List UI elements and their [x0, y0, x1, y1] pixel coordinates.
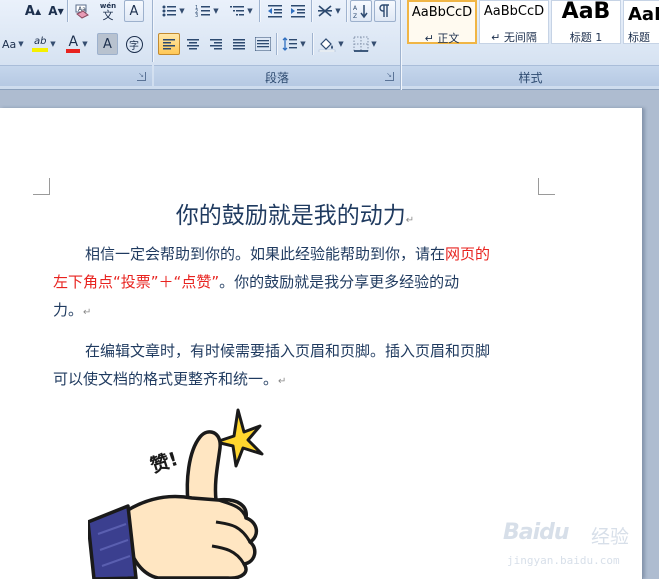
decrease-indent-icon — [268, 5, 282, 18]
svg-text:3: 3 — [195, 13, 198, 19]
highlight-color-swatch — [32, 48, 49, 52]
paragraph-group-label: 段落 — [264, 71, 289, 85]
sort-icon: A Z — [353, 5, 368, 19]
sparkle-icon — [214, 408, 264, 468]
thumbs-up-icon[interactable]: 赞! — [88, 402, 278, 579]
margin-corner-top-left — [33, 178, 50, 195]
sort-button[interactable]: A Z — [350, 0, 372, 22]
font-color-swatch — [66, 49, 81, 53]
eraser-icon: Aa — [75, 4, 89, 19]
paragraph-2-line-2: 可以使文档的格式更整齐和统一。↵ — [53, 370, 287, 388]
paragraph-2[interactable]: 在编辑文章时，有时候需要插入页眉和页脚。插入页眉和页脚 可以使文档的格式更整齐和… — [53, 337, 533, 396]
align-right-icon — [210, 39, 222, 50]
paint-bucket-icon — [319, 38, 336, 52]
paragraph-group: ▼ 1 2 3 ▼ ▼ ▼ A Z ▼ ▼ ▼ 段落 ↘ — [154, 0, 400, 90]
font-group-label-bar: ↘ — [0, 65, 152, 86]
font-dialog-launcher[interactable]: ↘ — [137, 72, 146, 81]
thumb-caption: 赞! — [147, 448, 181, 478]
align-center-icon — [187, 39, 199, 50]
grow-font-button[interactable]: A ▲ — [22, 0, 44, 22]
change-case-button[interactable]: Aa ▼ — [0, 33, 26, 55]
styles-group-label-bar: 样式 — [402, 65, 659, 86]
svg-text:A: A — [353, 5, 358, 12]
styles-group-label: 样式 — [518, 71, 543, 85]
document-page[interactable]: 你的鼓励就是我的动力↵ 相信一定会帮助到你的。如果此经验能帮助到你，请在网页的 … — [0, 108, 643, 579]
distributed-button[interactable] — [252, 33, 274, 55]
paragraph-1[interactable]: 相信一定会帮助到你的。如果此经验能帮助到你，请在网页的 左下角点“投票”＋“点赞… — [53, 240, 533, 327]
character-shading-button[interactable]: A — [97, 33, 118, 55]
styles-group: AaBbCcD ↵ 正文 AaBbCcD ↵ 无间隔 AaB 标题 1 AaI … — [402, 0, 659, 90]
multilevel-list-button[interactable]: ▼ — [226, 0, 256, 22]
chinese-layout-icon — [318, 5, 333, 17]
borders-icon — [353, 36, 369, 52]
style-heading-1-sample: AaB — [561, 0, 611, 24]
ribbon: A ▲ A ▼ Aa wén 文 A Aa ▼ ab ▼ A ▼ A 字 ▼ 1… — [0, 0, 659, 90]
phonetic-guide-button[interactable]: wén 文 — [96, 0, 120, 22]
paragraph-group-label-bar: 段落 ↘ — [154, 65, 400, 86]
red-highlight-text: 网页的 — [445, 245, 491, 263]
align-left-button[interactable] — [158, 33, 180, 55]
paragraph-1-line-2: 左下角点“投票”＋“点赞”。你的鼓励就是我分享更多经验的动 — [53, 273, 460, 291]
increase-indent-button[interactable] — [287, 0, 309, 22]
style-heading-1[interactable]: AaB 标题 1 — [551, 0, 621, 44]
justify-icon — [233, 39, 245, 50]
paragraph-1-line-3: 力。↵ — [53, 301, 92, 319]
svg-text:Z: Z — [353, 13, 357, 19]
paragraph-dialog-launcher[interactable]: ↘ — [385, 72, 394, 81]
style-no-spacing[interactable]: AaBbCcD ↵ 无间隔 — [479, 0, 549, 44]
decrease-indent-button[interactable] — [264, 0, 286, 22]
bullets-button[interactable]: ▼ — [158, 0, 188, 22]
style-title-name: 标题 — [628, 31, 650, 44]
style-title[interactable]: AaI 标题 — [623, 0, 659, 44]
style-no-spacing-name: ↵ 无间隔 — [491, 31, 537, 44]
style-heading-1-name: 标题 1 — [569, 31, 603, 44]
character-border-button[interactable]: A — [124, 0, 144, 22]
watermark-brand: Baidu — [503, 520, 570, 545]
watermark-cn: 经验 — [591, 526, 630, 548]
font-color-button[interactable]: A ▼ — [62, 33, 92, 55]
distributed-align-icon — [255, 37, 271, 51]
show-marks-button[interactable] — [374, 0, 396, 22]
bullet-list-icon — [162, 5, 177, 17]
paragraph-1-line-1: 相信一定会帮助到你的。如果此经验能帮助到你，请在网页的 — [85, 245, 491, 263]
chinese-layout-button[interactable]: ▼ — [314, 0, 344, 22]
clear-formatting-button[interactable]: Aa — [70, 0, 94, 22]
shading-button[interactable]: ▼ — [315, 33, 347, 55]
watermark-url: jingyan.baidu.com — [507, 554, 620, 567]
style-no-spacing-sample: AaBbCcD — [483, 4, 545, 19]
text-highlight-button[interactable]: ab ▼ — [28, 33, 60, 55]
baidu-jingyan-watermark: Baidu 经验 jingyan.baidu.com — [503, 518, 653, 578]
multilevel-list-icon — [230, 6, 245, 16]
style-normal[interactable]: AaBbCcD ↵ 正文 — [407, 0, 477, 45]
shrink-font-button[interactable]: A ▼ — [45, 0, 67, 22]
pilcrow-icon — [379, 4, 389, 17]
numbered-list-icon: 1 2 3 — [195, 5, 211, 19]
align-right-button[interactable] — [205, 33, 227, 55]
line-spacing-button[interactable]: ▼ — [279, 33, 309, 55]
style-title-sample: AaI — [628, 4, 659, 25]
style-normal-name: ↵ 正文 — [424, 32, 460, 45]
increase-indent-icon — [291, 5, 305, 18]
justify-button[interactable] — [228, 33, 250, 55]
align-left-icon — [163, 39, 175, 50]
margin-corner-top-right — [538, 178, 555, 195]
numbering-button[interactable]: 1 2 3 ▼ — [192, 0, 222, 22]
enclose-characters-button[interactable]: 字 — [122, 33, 146, 55]
paragraph-2-line-1: 在编辑文章时，有时候需要插入页眉和页脚。插入页眉和页脚 — [85, 342, 491, 360]
red-highlight-text: 左下角点“投票”＋“点赞” — [53, 273, 220, 291]
line-spacing-icon — [282, 37, 298, 51]
document-title[interactable]: 你的鼓励就是我的动力↵ — [50, 196, 540, 230]
borders-button[interactable]: ▼ — [350, 33, 380, 55]
style-normal-sample: AaBbCcD — [411, 5, 473, 20]
align-center-button[interactable] — [182, 33, 204, 55]
